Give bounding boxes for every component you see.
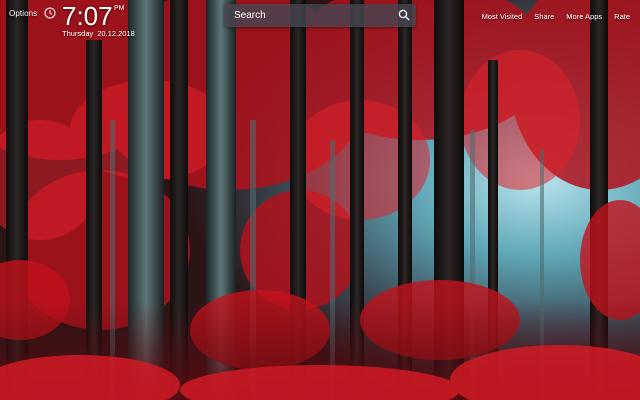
top-nav: Most Visited Share More Apps Rate (482, 12, 630, 21)
background-forest-image (0, 0, 640, 400)
clock-date: Thursday 20.12.2018 (62, 29, 135, 38)
options-link[interactable]: Options (9, 9, 37, 18)
most-visited-link[interactable]: Most Visited (482, 12, 523, 21)
search-bar (224, 4, 416, 27)
search-icon[interactable] (398, 9, 410, 21)
clock-ampm: PM (114, 5, 125, 12)
clock-time: 7:07 (62, 1, 113, 31)
day-label: Thursday (62, 29, 94, 38)
share-link[interactable]: Share (534, 12, 554, 21)
date-label: 20.12.2018 (97, 29, 135, 38)
search-input[interactable] (234, 8, 384, 23)
clock-icon[interactable] (44, 7, 56, 19)
more-apps-link[interactable]: More Apps (566, 12, 602, 21)
rate-link[interactable]: Rate (614, 12, 630, 21)
